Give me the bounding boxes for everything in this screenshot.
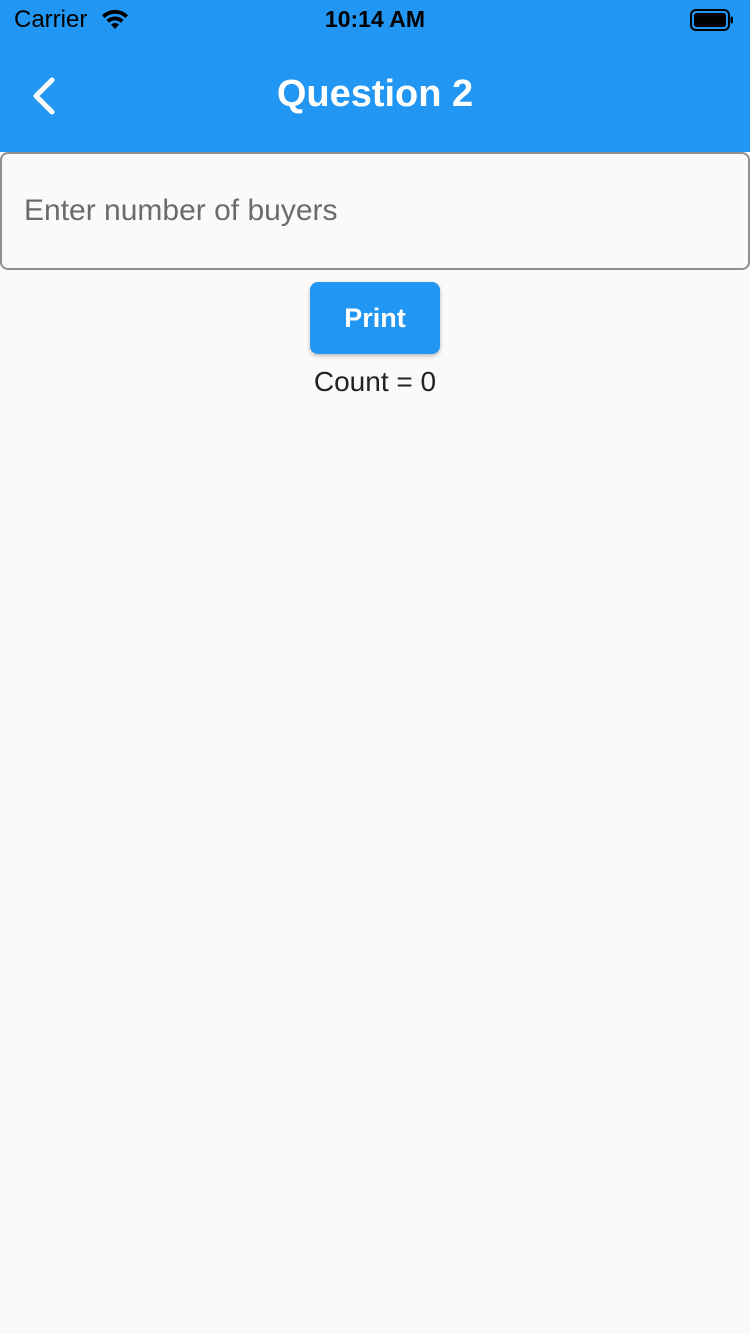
navigation-bar: Question 2 bbox=[0, 40, 750, 152]
status-time: 10:14 AM bbox=[324, 6, 426, 32]
battery-icon bbox=[690, 9, 733, 31]
buyers-field-container bbox=[0, 152, 750, 270]
page-title: Question 2 bbox=[276, 73, 474, 115]
count-label: Count = 0 bbox=[313, 366, 437, 397]
app-bar: Carrier 10:14 AM Question 2 bbox=[0, 0, 750, 152]
buyers-count-input[interactable] bbox=[24, 154, 724, 268]
print-button[interactable]: Print bbox=[310, 282, 440, 354]
status-bar: Carrier 10:14 AM bbox=[0, 0, 750, 40]
